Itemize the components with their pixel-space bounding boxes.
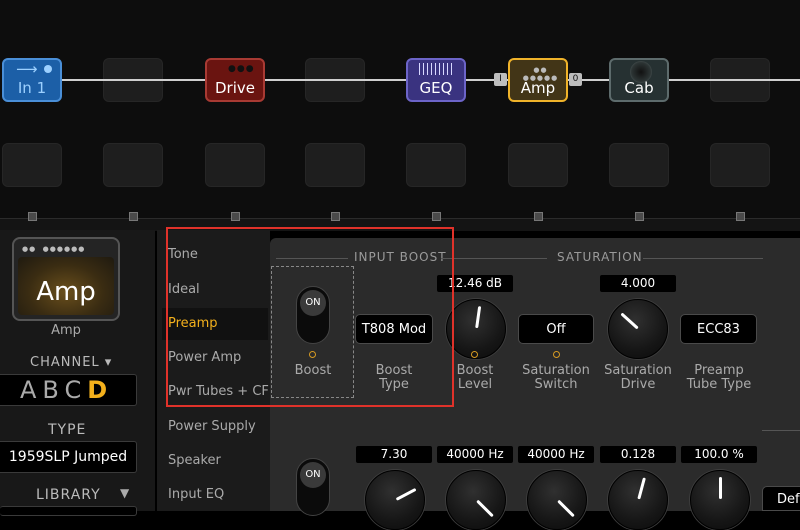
knob-indicator bbox=[475, 306, 482, 329]
channel-a[interactable]: A bbox=[20, 376, 42, 404]
category-speaker[interactable]: Speaker bbox=[168, 453, 221, 468]
row2-knob-4[interactable] bbox=[608, 470, 668, 530]
grid-slot[interactable] bbox=[2, 143, 62, 187]
default-button[interactable]: Defa bbox=[762, 486, 800, 511]
row2-value-1[interactable]: 7.30 bbox=[356, 446, 432, 463]
knob-indicator bbox=[557, 499, 575, 518]
eq-sliders-icon bbox=[419, 63, 455, 75]
type-header: TYPE bbox=[48, 422, 87, 438]
row2-knob-5[interactable] bbox=[690, 470, 750, 530]
amp-dots-icon: ●● ●●●●●● bbox=[22, 245, 86, 253]
amp-tile-label: Amp bbox=[36, 277, 96, 307]
block-cab[interactable]: Cab bbox=[609, 58, 669, 102]
section-rule bbox=[643, 258, 763, 259]
column-handle[interactable] bbox=[28, 212, 37, 221]
row2-toggle[interactable]: ON bbox=[296, 458, 330, 516]
amp-type-field[interactable]: 1959SLP Jumped bbox=[0, 441, 137, 473]
channel-c[interactable]: C bbox=[64, 376, 87, 404]
grid-slot[interactable] bbox=[103, 143, 163, 187]
library-header: LIBRARY bbox=[36, 487, 101, 503]
saturation-drive-label: Saturation Drive bbox=[604, 363, 672, 392]
column-handle[interactable] bbox=[534, 212, 543, 221]
column-handle[interactable] bbox=[635, 212, 644, 221]
knob-indicator bbox=[719, 477, 722, 499]
block-label: GEQ bbox=[419, 79, 453, 97]
block-label: Drive bbox=[215, 79, 255, 97]
column-handle[interactable] bbox=[129, 212, 138, 221]
knob-indicator bbox=[620, 312, 639, 330]
saturation-switch-led-icon bbox=[553, 351, 560, 358]
knobs-icon: ●●● bbox=[228, 64, 255, 74]
chevron-down-icon[interactable]: ▼ bbox=[120, 486, 129, 500]
signal-wire bbox=[265, 79, 406, 81]
saturation-switch-button[interactable]: Off bbox=[518, 314, 594, 344]
channel-d[interactable]: D bbox=[87, 376, 113, 404]
preamp-tube-type-button[interactable]: ECC83 bbox=[680, 314, 757, 344]
column-handle[interactable] bbox=[736, 212, 745, 221]
block-label: In 1 bbox=[17, 79, 47, 97]
grid-slot[interactable] bbox=[710, 143, 770, 187]
row2-knob-1[interactable] bbox=[365, 470, 425, 530]
column-handle[interactable] bbox=[432, 212, 441, 221]
output-level-tag: 0 bbox=[569, 73, 582, 86]
grid-slot[interactable] bbox=[406, 143, 466, 187]
section-rule bbox=[762, 430, 800, 431]
block-label: Amp bbox=[520, 79, 556, 97]
block-amp[interactable]: ●● ●●●●● Amp bbox=[508, 58, 568, 102]
preamp-tube-type-label: Preamp Tube Type bbox=[686, 363, 752, 392]
input-dot-icon bbox=[44, 65, 52, 73]
row2-value-4[interactable]: 0.128 bbox=[600, 446, 676, 463]
knob-indicator bbox=[476, 499, 494, 518]
block-input[interactable]: ⟶ In 1 bbox=[2, 58, 62, 102]
channel-selector[interactable]: ABCD bbox=[0, 374, 137, 406]
signal-wire bbox=[62, 79, 205, 81]
section-rule bbox=[441, 258, 547, 259]
channel-header[interactable]: CHANNEL ▾ bbox=[30, 355, 112, 370]
amp-block-tile[interactable]: ●● ●●●●●● Amp bbox=[12, 237, 120, 321]
block-geq[interactable]: GEQ bbox=[406, 58, 466, 102]
arrow-right-icon: ⟶ bbox=[16, 60, 38, 78]
row2-toggle-thumb: ON bbox=[300, 462, 326, 488]
channel-b[interactable]: B bbox=[42, 376, 64, 404]
boost-level-knob[interactable] bbox=[446, 299, 506, 359]
row2-knob-3[interactable] bbox=[527, 470, 587, 530]
row2-knob-2[interactable] bbox=[446, 470, 506, 530]
input-level-tag: I bbox=[494, 73, 507, 86]
category-power-supply[interactable]: Power Supply bbox=[168, 419, 256, 434]
signal-wire bbox=[669, 79, 800, 81]
row2-value-2[interactable]: 40000 Hz bbox=[437, 446, 513, 463]
column-handle[interactable] bbox=[231, 212, 240, 221]
block-caption: Amp bbox=[51, 323, 81, 338]
saturation-drive-knob[interactable] bbox=[608, 299, 668, 359]
block-label: Cab bbox=[624, 79, 654, 97]
grid-slot[interactable] bbox=[205, 143, 265, 187]
row2-value-5[interactable]: 100.0 % bbox=[681, 446, 757, 463]
block-drive[interactable]: ●●● Drive bbox=[205, 58, 265, 102]
saturation-drive-value[interactable]: 4.000 bbox=[600, 275, 676, 292]
saturation-title: SATURATION bbox=[557, 250, 643, 264]
row2-value-3[interactable]: 40000 Hz bbox=[518, 446, 594, 463]
saturation-switch-label: Saturation Switch bbox=[522, 363, 590, 392]
category-input-eq[interactable]: Input EQ bbox=[168, 487, 224, 502]
knob-indicator bbox=[395, 487, 417, 501]
boost-level-led-icon bbox=[471, 351, 478, 358]
library-field[interactable] bbox=[0, 506, 137, 516]
highlight-box bbox=[166, 227, 454, 407]
grid-slot[interactable] bbox=[508, 143, 568, 187]
grid-slot[interactable] bbox=[305, 143, 365, 187]
knob-indicator bbox=[637, 477, 646, 500]
grid-slot[interactable] bbox=[609, 143, 669, 187]
column-handle[interactable] bbox=[331, 212, 340, 221]
